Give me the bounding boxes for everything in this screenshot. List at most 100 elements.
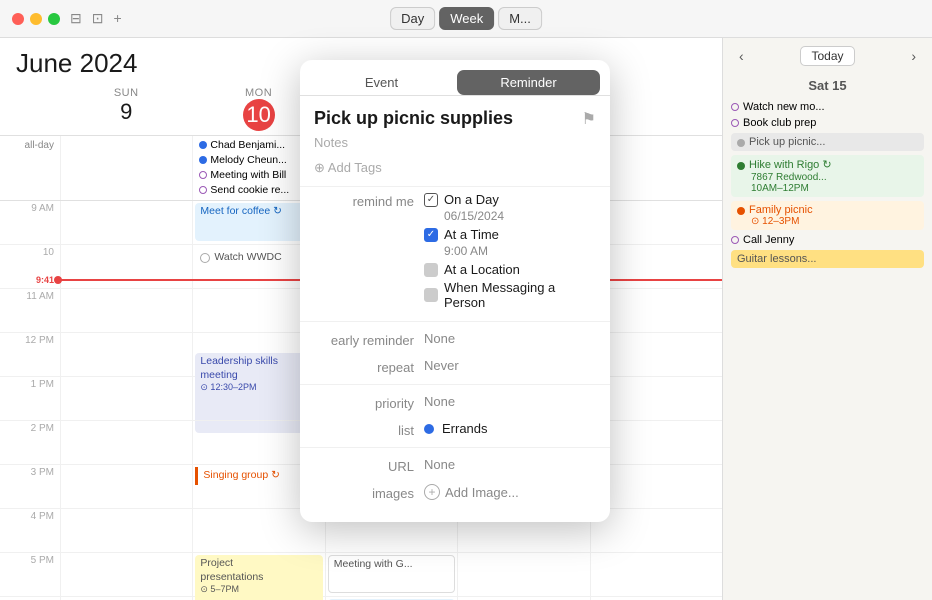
- on-a-day-row: ✓ On a Day: [424, 192, 596, 207]
- field-label-priority: priority: [314, 394, 424, 411]
- popup-field-early: early reminder None: [300, 326, 610, 353]
- prev-month-button[interactable]: ‹: [733, 46, 750, 66]
- field-label-remind: remind me: [314, 192, 424, 209]
- field-value-remind: ✓ On a Day 06/15/2024 ✓ At a Time 9:00 A…: [424, 192, 596, 312]
- event-dot: [737, 139, 745, 147]
- event-label: Singing group ↻: [203, 469, 280, 481]
- field-value-priority[interactable]: None: [424, 394, 596, 409]
- col-wed-5: [457, 553, 589, 597]
- at-location-row: At a Location: [424, 262, 596, 277]
- event-label: Melody Cheun...: [210, 154, 286, 166]
- tab-event[interactable]: Event: [310, 70, 453, 95]
- field-value-images[interactable]: + Add Image...: [424, 484, 596, 500]
- col-sun-3: [60, 465, 192, 509]
- event-label: Watch new mo...: [743, 101, 825, 113]
- col-sun-9: [60, 201, 192, 245]
- sidebar-event-watch[interactable]: Watch new mo...: [731, 101, 924, 113]
- inbox-icon[interactable]: ⊡: [92, 10, 104, 27]
- tab-reminder[interactable]: Reminder: [457, 70, 600, 95]
- sidebar-icon[interactable]: ⊟: [70, 10, 82, 27]
- popup-field-remind: remind me ✓ On a Day 06/15/2024 ✓ At a T…: [300, 187, 610, 317]
- today-button[interactable]: Today: [800, 46, 854, 66]
- col-sat-4: [590, 509, 722, 553]
- event-label: Meeting with Bill: [210, 169, 286, 181]
- add-image-label: Add Image...: [445, 485, 519, 500]
- field-value-repeat[interactable]: Never: [424, 358, 596, 373]
- list-color-dot: [424, 424, 434, 434]
- day-num-mon: 10: [243, 99, 275, 131]
- event-project[interactable]: Projectpresentations ⊙ 5–7PM: [195, 555, 322, 600]
- day-header-sun: SUN 9: [60, 83, 192, 135]
- sidebar-event-picnic[interactable]: Pick up picnic...: [731, 133, 924, 151]
- all-day-label: all-day: [0, 136, 60, 200]
- next-month-button[interactable]: ›: [905, 46, 922, 66]
- sidebar-event-guitar[interactable]: Guitar lessons...: [731, 250, 924, 268]
- time-4pm: 4 PM: [0, 509, 60, 553]
- event-dot: [199, 186, 207, 194]
- popup-notes-label[interactable]: Notes: [300, 133, 610, 158]
- event-label: Pick up picnic...: [749, 136, 825, 148]
- event-label: Guitar lessons...: [737, 253, 816, 265]
- sidebar-event-family-picnic[interactable]: Family picnic ⊙ 12–3PM: [731, 201, 924, 230]
- event-label: Projectpresentations: [200, 557, 317, 584]
- field-label-early: early reminder: [314, 331, 424, 348]
- sidebar-event-bookclub[interactable]: Book club prep: [731, 117, 924, 129]
- col-sun-2: [60, 421, 192, 465]
- event-label: Watch WWDC: [214, 251, 281, 265]
- year-label: 2024: [80, 48, 138, 78]
- add-image-icon: +: [424, 484, 440, 500]
- event-dot: [200, 253, 210, 263]
- field-value-list[interactable]: Errands: [424, 421, 596, 436]
- event-label: Send cookie re...: [210, 184, 289, 196]
- col-sun-11: [60, 289, 192, 333]
- popup-field-images: images + Add Image...: [300, 479, 610, 506]
- time-3pm: 3 PM: [0, 465, 60, 509]
- field-value-early[interactable]: None: [424, 331, 596, 346]
- week-view-button[interactable]: Week: [439, 7, 494, 30]
- current-time-label: 9:41: [0, 275, 58, 285]
- on-a-day-checkbox[interactable]: ✓: [424, 193, 438, 207]
- day-name-sun: SUN: [62, 87, 190, 99]
- col-tue-5: Meeting with G...: [325, 553, 457, 597]
- day-num-sun: 9: [62, 99, 190, 125]
- when-messaging-checkbox[interactable]: [424, 288, 438, 302]
- event-location: 7867 Redwood...: [751, 172, 918, 183]
- toolbar-icons: ⊟ ⊡ +: [70, 10, 122, 27]
- popup-tags-label[interactable]: ⊕ Add Tags: [300, 158, 610, 187]
- on-a-day-date: 06/15/2024: [444, 209, 596, 223]
- col-sun-1: [60, 377, 192, 421]
- sidebar-event-hike[interactable]: Hike with Rigo ↻ 7867 Redwood... 10AM–12…: [731, 155, 924, 197]
- on-a-day-label: On a Day: [444, 192, 499, 207]
- event-dot: [731, 236, 739, 244]
- at-a-time-checkbox[interactable]: ✓: [424, 228, 438, 242]
- current-time-dot: [54, 276, 62, 284]
- minimize-button[interactable]: [30, 13, 42, 25]
- field-label-repeat: repeat: [314, 358, 424, 375]
- event-label: Family picnic: [749, 204, 813, 216]
- event-time: 10AM–12PM: [751, 183, 918, 194]
- day-view-button[interactable]: Day: [390, 7, 435, 30]
- field-label-images: images: [314, 484, 424, 501]
- time-header-spacer: [0, 83, 60, 127]
- at-location-checkbox[interactable]: [424, 263, 438, 277]
- popup-field-url: URL None: [300, 452, 610, 479]
- when-messaging-row: When Messaging a Person: [424, 280, 596, 310]
- event-label: Call Jenny: [743, 234, 794, 246]
- time-2pm: 2 PM: [0, 421, 60, 465]
- add-icon[interactable]: +: [113, 10, 121, 27]
- event-label: Meet for coffee ↻: [200, 205, 282, 217]
- event-dot: [731, 119, 739, 127]
- event-meeting-g[interactable]: Meeting with G...: [328, 555, 455, 593]
- popup-tabs: Event Reminder: [300, 60, 610, 96]
- mini-cal-nav: ‹ Today ›: [723, 38, 932, 74]
- col-sun-5: [60, 553, 192, 597]
- reminder-popup: Event Reminder Pick up picnic supplies ⚑…: [300, 60, 610, 522]
- maximize-button[interactable]: [48, 13, 60, 25]
- month-view-button[interactable]: M...: [498, 7, 542, 30]
- event-time: ⊙ 12–3PM: [751, 216, 918, 227]
- field-value-url[interactable]: None: [424, 457, 596, 472]
- sidebar-event-call-jenny[interactable]: Call Jenny: [731, 234, 924, 246]
- close-button[interactable]: [12, 13, 24, 25]
- flag-icon[interactable]: ⚑: [582, 109, 596, 129]
- col-sun-12: [60, 333, 192, 377]
